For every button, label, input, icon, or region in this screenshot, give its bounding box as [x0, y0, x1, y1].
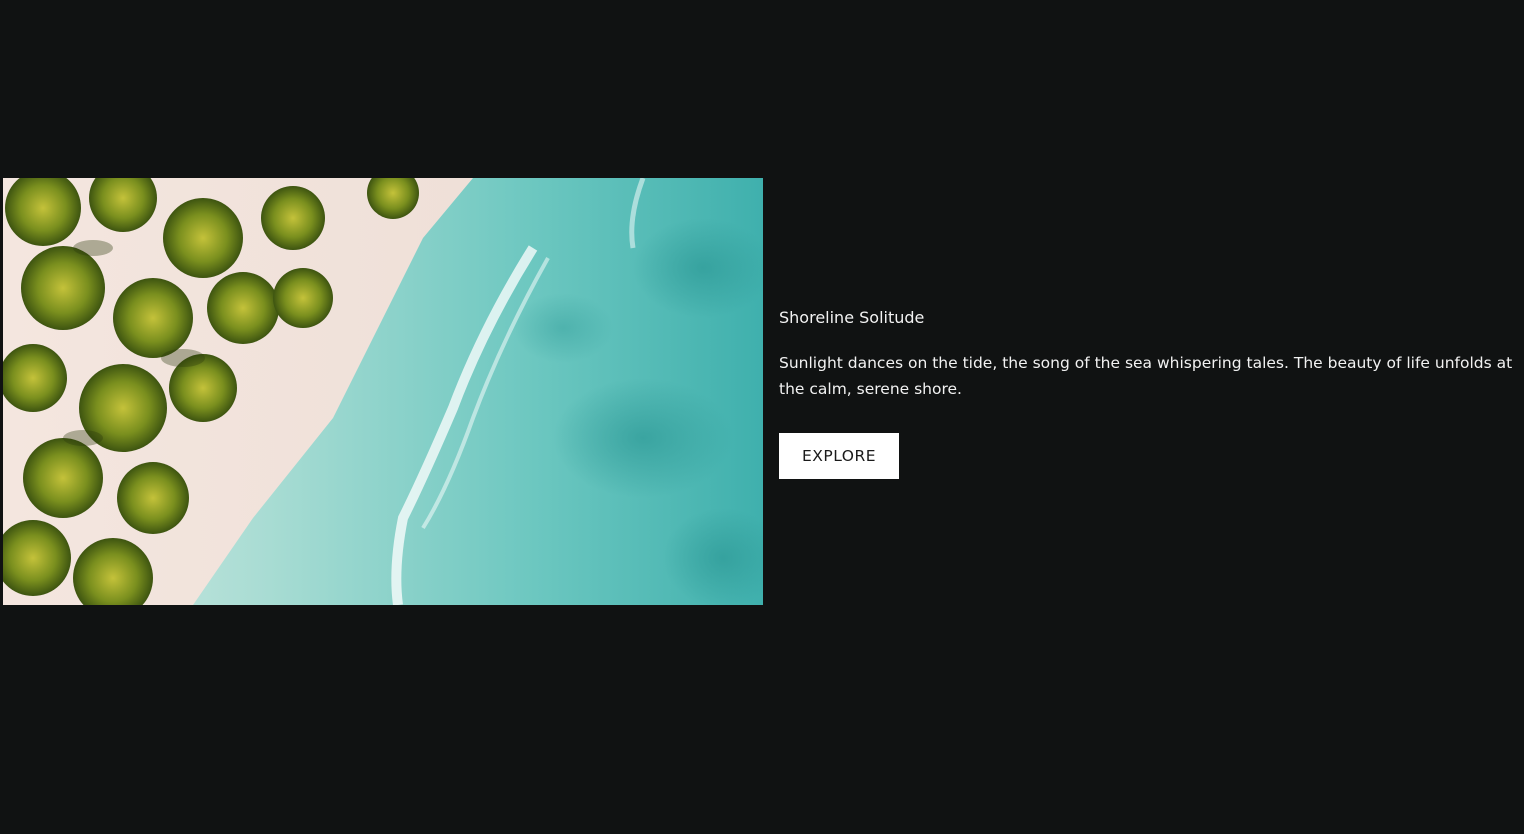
page: Shoreline Solitude Sunlight dances on th…: [0, 0, 1524, 834]
card-title: Shoreline Solitude: [779, 308, 925, 327]
card-description: Sunlight dances on the tide, the song of…: [779, 354, 1513, 398]
card-content: Shoreline Solitude Sunlight dances on th…: [779, 306, 1524, 479]
explore-button[interactable]: EXPLORE: [779, 433, 899, 479]
beach-aerial-image: [3, 178, 763, 605]
